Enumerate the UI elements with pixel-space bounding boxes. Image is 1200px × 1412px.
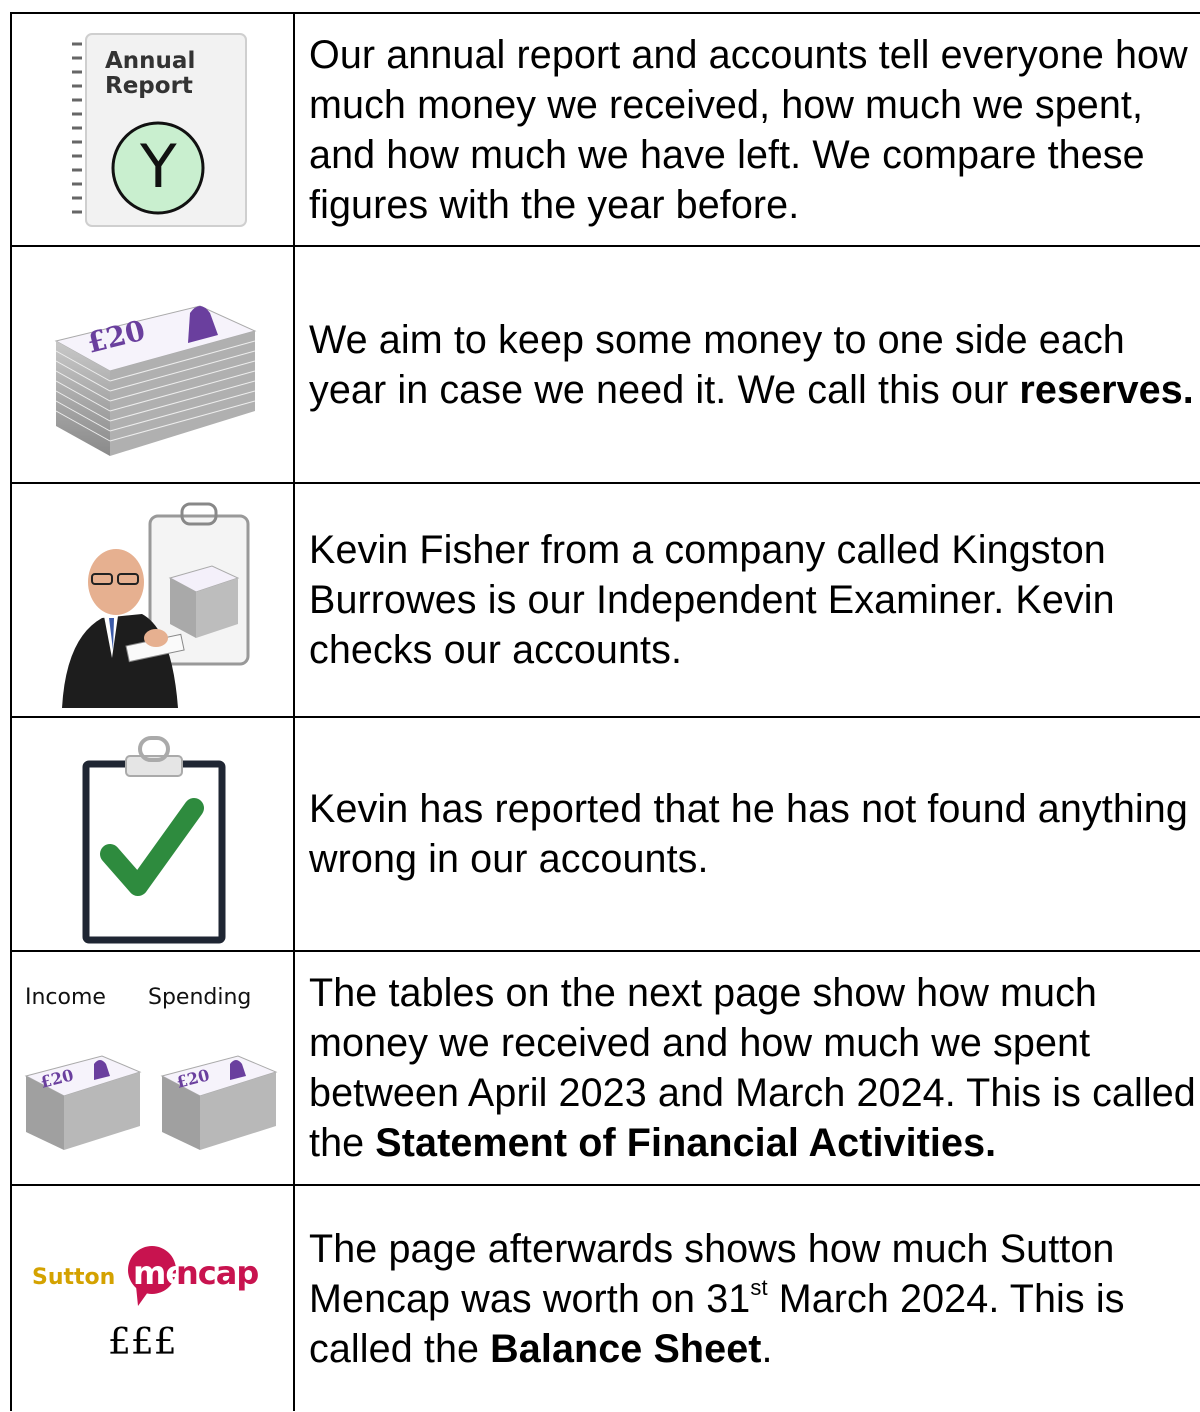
- row-text-cell: We aim to keep some money to one side ea…: [295, 247, 1200, 482]
- row-text: The tables on the next page show how muc…: [309, 971, 1196, 1165]
- income-label: Income: [25, 985, 106, 1010]
- spending-money-icon: £20: [160, 1055, 278, 1150]
- table-row: £20 We aim to keep some money to one sid…: [12, 247, 1200, 484]
- table-row: Income Spending £20 £20 The tables on th…: [12, 952, 1200, 1186]
- examiner-person-icon: [62, 502, 250, 708]
- annual-report-title: Annual Report: [105, 48, 196, 99]
- row-text: Kevin has reported that he has not found…: [309, 787, 1188, 881]
- row-image-cell: [12, 484, 295, 716]
- pounds-symbols: £££: [108, 1322, 177, 1363]
- sofa-term: Statement of Financial Activities.: [375, 1121, 997, 1165]
- income-money-icon: £20: [24, 1055, 142, 1150]
- row-image-cell: Sutton me ncap £££: [12, 1186, 295, 1411]
- table-row: Kevin has reported that he has not found…: [12, 718, 1200, 952]
- row-image-cell: [12, 718, 295, 950]
- reserves-term: reserves.: [1019, 367, 1194, 412]
- badge-letter: Y: [140, 132, 177, 202]
- row-image-cell: £20: [12, 247, 295, 482]
- banknote-stack-icon: £20: [54, 305, 257, 456]
- row-text: The page afterwards shows how much Sutto…: [309, 1226, 1125, 1371]
- row-text-cell: Our annual report and accounts tell ever…: [295, 14, 1200, 245]
- row-image-cell: Income Spending £20 £20: [12, 952, 295, 1184]
- row-text-cell: The tables on the next page show how muc…: [295, 952, 1200, 1184]
- info-table: Annual Report Y Our annual report and ac…: [10, 12, 1200, 1411]
- sutton-mencap-logo: Sutton me ncap: [32, 1246, 292, 1306]
- row-text: We aim to keep some money to one side ea…: [309, 317, 1194, 412]
- table-row: Annual Report Y Our annual report and ac…: [12, 14, 1200, 247]
- table-row: Sutton me ncap £££ The page afterwards s…: [12, 1186, 1200, 1411]
- row-text: Kevin Fisher from a company called Kings…: [309, 528, 1115, 672]
- row-text: Our annual report and accounts tell ever…: [309, 32, 1188, 227]
- row-image-cell: Annual Report Y: [12, 14, 295, 245]
- logo-ncap: ncap: [176, 1254, 259, 1292]
- clipboard-check-icon: [82, 736, 226, 944]
- row-text-cell: The page afterwards shows how much Sutto…: [295, 1186, 1200, 1411]
- spending-label: Spending: [148, 985, 252, 1010]
- row-text-cell: Kevin has reported that he has not found…: [295, 718, 1200, 950]
- balance-sheet-term: Balance Sheet: [490, 1326, 762, 1371]
- table-row: Kevin Fisher from a company called Kings…: [12, 484, 1200, 718]
- row-text-cell: Kevin Fisher from a company called Kings…: [295, 484, 1200, 716]
